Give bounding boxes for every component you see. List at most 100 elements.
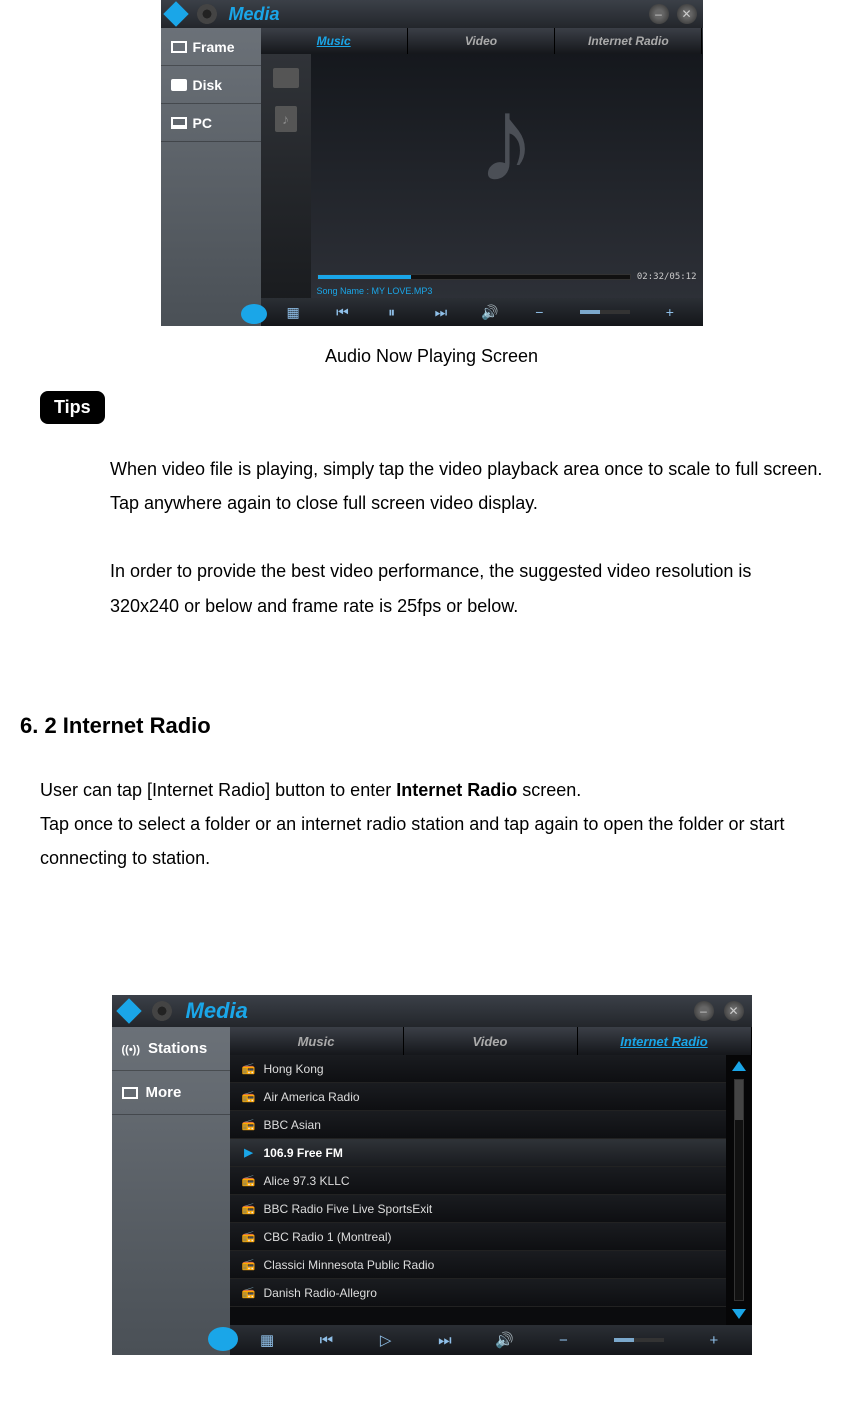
tab-music[interactable]: Music xyxy=(261,28,408,54)
station-label: BBC Asian xyxy=(264,1118,321,1132)
music-note-icon: ♪ xyxy=(477,80,537,200)
list-icon xyxy=(122,1087,138,1099)
scroll-down-icon[interactable] xyxy=(732,1309,746,1319)
media-player-screenshot-music: Media – ✕ Frame Disk PC xyxy=(161,0,703,326)
text-bold: Internet Radio xyxy=(396,780,517,800)
now-playing-area[interactable]: ♪ 02:32/05:12 Song Name : MY LOVE.MP3 xyxy=(311,54,703,298)
app-logo-icon xyxy=(116,999,141,1024)
speaker-icon[interactable]: 🔊 xyxy=(481,304,499,321)
sidebar-item-pc[interactable]: PC xyxy=(161,104,261,142)
sidebar-item-frame[interactable]: Frame xyxy=(161,28,261,66)
station-item[interactable]: 📻 CBC Radio 1 (Montreal) xyxy=(230,1223,726,1251)
pc-icon xyxy=(171,117,187,129)
film-reel-icon xyxy=(152,1001,172,1021)
tip-paragraph: When video file is playing, simply tap t… xyxy=(110,452,823,520)
station-item[interactable]: 📻Classici Minnesota Public Radio xyxy=(230,1251,726,1279)
radio-icon: 📻 xyxy=(242,1174,256,1188)
volume-up-button[interactable]: + xyxy=(661,304,679,320)
figure-caption: Audio Now Playing Screen xyxy=(20,346,843,367)
titlebar: Media – ✕ xyxy=(112,995,752,1027)
sidebar-item-more[interactable]: More xyxy=(112,1071,230,1115)
scroll-up-icon[interactable] xyxy=(732,1061,746,1071)
pause-button[interactable]: ⏸ xyxy=(383,304,401,321)
play-indicator-icon: ▶ xyxy=(242,1146,256,1160)
station-list: 📻Hong Kong📻Air America Radio📻BBC Asian▶1… xyxy=(230,1055,726,1325)
scroll-thumb[interactable] xyxy=(734,1079,744,1301)
playback-controls: ▦ ⏮ ▷ ⏭ 🔊 − + xyxy=(230,1325,752,1355)
film-reel-icon xyxy=(197,4,217,24)
radio-icon: 📻 xyxy=(242,1258,256,1272)
folder-icon[interactable] xyxy=(273,68,299,88)
volume-up-button[interactable]: + xyxy=(705,1332,723,1349)
station-label: Alice 97.3 KLLC xyxy=(264,1174,350,1188)
station-label: 106.9 Free FM xyxy=(264,1146,343,1160)
section-heading: 6. 2 Internet Radio xyxy=(20,713,843,739)
progress-bar[interactable] xyxy=(317,274,631,280)
dock-handle-icon[interactable] xyxy=(241,304,267,324)
volume-slider[interactable] xyxy=(580,310,630,314)
text-span: User can tap [Internet Radio] button to … xyxy=(40,780,396,800)
tabs: Music Video Internet Radio xyxy=(230,1027,752,1055)
sidebar-item-label: Frame xyxy=(193,39,235,55)
station-item[interactable]: 📻 BBC Radio Five Live SportsExit xyxy=(230,1195,726,1223)
prev-button[interactable]: ⏮ xyxy=(333,304,351,321)
playlist-button[interactable]: ▦ xyxy=(284,304,302,321)
sidebar: Frame Disk PC xyxy=(161,28,261,326)
station-item[interactable]: 📻 BBC Asian xyxy=(230,1111,726,1139)
speaker-icon[interactable]: 🔊 xyxy=(495,1331,513,1349)
station-label: Danish Radio-Allegro xyxy=(264,1286,377,1300)
station-item[interactable]: 📻Hong Kong xyxy=(230,1055,726,1083)
dock-handle-icon[interactable] xyxy=(208,1327,238,1351)
sidebar-item-disk[interactable]: Disk xyxy=(161,66,261,104)
close-button[interactable]: ✕ xyxy=(724,1001,744,1021)
tip-paragraph: In order to provide the best video perfo… xyxy=(110,554,823,622)
tips-badge: Tips xyxy=(40,391,105,424)
sidebar-item-label: PC xyxy=(193,115,212,131)
prev-button[interactable]: ⏮ xyxy=(317,1332,335,1349)
song-name-label: Song Name : MY LOVE.MP3 xyxy=(311,284,703,298)
volume-down-button[interactable]: − xyxy=(530,304,548,320)
music-file-icon[interactable] xyxy=(275,106,297,132)
volume-slider[interactable] xyxy=(614,1338,664,1342)
next-button[interactable]: ⏭ xyxy=(432,304,450,321)
minimize-button[interactable]: – xyxy=(694,1001,714,1021)
minimize-button[interactable]: – xyxy=(649,4,669,24)
app-title: Media xyxy=(186,998,248,1024)
play-button[interactable]: ▷ xyxy=(377,1331,395,1349)
station-label: CBC Radio 1 (Montreal) xyxy=(264,1230,392,1244)
radio-icon: 📻 xyxy=(242,1230,256,1244)
station-label: BBC Radio Five Live SportsExit xyxy=(264,1202,433,1216)
tab-internet-radio[interactable]: Internet Radio xyxy=(578,1027,752,1055)
text-span: screen. xyxy=(517,780,581,800)
radio-icon: 📻 xyxy=(242,1118,256,1132)
app-logo-icon xyxy=(163,1,188,26)
tab-label: Internet Radio xyxy=(588,34,669,48)
close-button[interactable]: ✕ xyxy=(677,4,697,24)
station-item[interactable]: 📻Air America Radio xyxy=(230,1083,726,1111)
scrollbar[interactable] xyxy=(726,1055,752,1325)
app-title: Media xyxy=(229,4,280,25)
volume-down-button[interactable]: − xyxy=(554,1332,572,1349)
tab-music[interactable]: Music xyxy=(230,1027,404,1055)
station-item[interactable]: 📻Danish Radio-Allegro xyxy=(230,1279,726,1307)
body-paragraph: Tap once to select a folder or an intern… xyxy=(40,807,823,875)
playlist-button[interactable]: ▦ xyxy=(258,1331,276,1349)
tab-label: Video xyxy=(473,1034,508,1049)
tab-internet-radio[interactable]: Internet Radio xyxy=(555,28,702,54)
playback-controls: ▦ ⏮ ⏸ ⏭ 🔊 − + xyxy=(261,298,703,326)
tab-label: Internet Radio xyxy=(620,1034,707,1049)
tabs: Music Video Internet Radio xyxy=(261,28,703,54)
media-player-screenshot-radio: Media – ✕ Stations More Music Vide xyxy=(112,995,752,1355)
next-button[interactable]: ⏭ xyxy=(436,1332,454,1349)
sidebar-item-label: More xyxy=(146,1084,182,1101)
station-label: Hong Kong xyxy=(264,1062,324,1076)
tab-label: Music xyxy=(298,1034,335,1049)
tab-video[interactable]: Video xyxy=(408,28,555,54)
sidebar-item-stations[interactable]: Stations xyxy=(112,1027,230,1071)
radio-icon: 📻 xyxy=(242,1202,256,1216)
titlebar: Media – ✕ xyxy=(161,0,703,28)
radio-icon: 📻 xyxy=(242,1090,256,1104)
station-item[interactable]: 📻 Alice 97.3 KLLC xyxy=(230,1167,726,1195)
tab-video[interactable]: Video xyxy=(404,1027,578,1055)
station-item[interactable]: ▶ 106.9 Free FM xyxy=(230,1139,726,1167)
